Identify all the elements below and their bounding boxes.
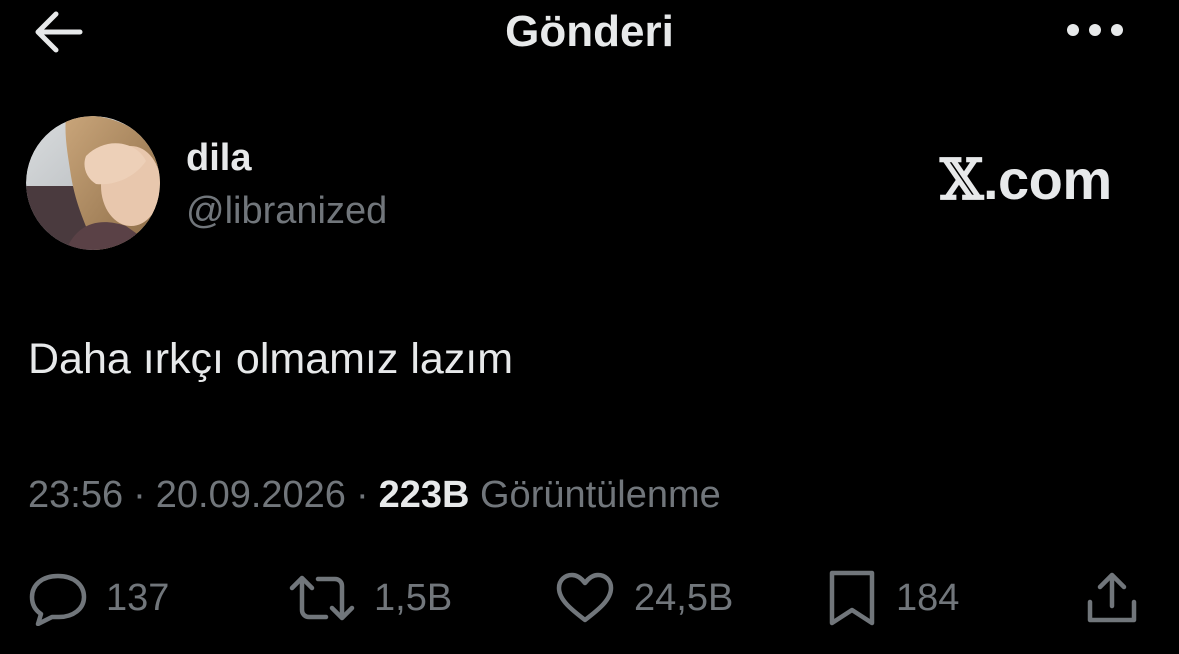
x-watermark: 𝕏.com [940, 148, 1112, 212]
bookmark-count: 184 [896, 577, 960, 619]
more-options-button[interactable] [1058, 6, 1132, 54]
tweet-time: 23:56 [28, 474, 124, 516]
avatar[interactable] [26, 116, 160, 250]
tweet-meta: 23:56 · 20.09.2026 · 223B Görüntülenme [28, 472, 721, 518]
watermark-text: .com [982, 148, 1112, 211]
bookmark-icon [829, 570, 875, 626]
meta-separator: · [133, 474, 146, 516]
heart-icon [556, 572, 614, 623]
profile-photo [26, 116, 160, 250]
like-count: 24,5B [634, 577, 734, 619]
reply-button[interactable]: 137 [28, 568, 169, 628]
page-title: Gönderi [505, 7, 674, 56]
tweet-date: 20.09.2026 [155, 474, 346, 516]
tweet-text: Daha ırkçı olmamız lazım [28, 335, 514, 383]
x-logo-letter: 𝕏 [940, 147, 983, 213]
views-label: Görüntülenme [480, 474, 721, 516]
like-button[interactable]: 24,5B [554, 568, 733, 628]
views-count[interactable]: 223B [379, 474, 470, 516]
author-display-name[interactable]: dila [186, 136, 251, 180]
share-button[interactable] [1084, 568, 1140, 628]
bookmark-button[interactable]: 184 [826, 568, 959, 628]
reply-count: 137 [106, 577, 170, 619]
share-icon [1087, 572, 1137, 623]
repost-count: 1,5B [374, 577, 453, 619]
repost-button[interactable]: 1,5B [288, 568, 452, 628]
meta-separator-2: · [355, 474, 369, 516]
repost-icon [289, 575, 355, 621]
author-handle[interactable]: @libranized [186, 189, 387, 233]
more-horizontal-icon [1067, 24, 1123, 36]
reply-icon [29, 573, 87, 626]
